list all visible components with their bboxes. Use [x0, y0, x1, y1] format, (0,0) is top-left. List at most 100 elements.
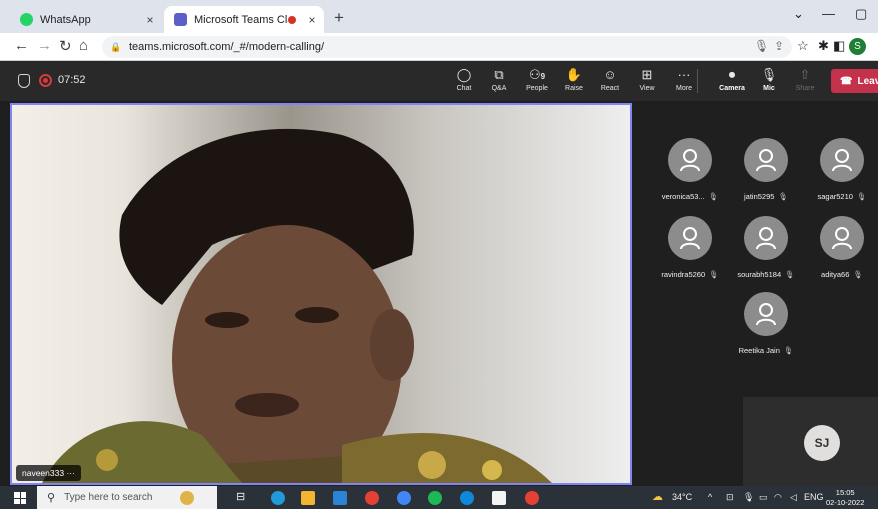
profile-avatar[interactable]: S [849, 38, 866, 55]
participant-name: veronica53... 🎙 [661, 192, 719, 201]
weather-icon[interactable]: ☁ [652, 490, 663, 503]
browser-toolbar: ← → ↻ ⌂ 🔒 teams.microsoft.com/_#/modern-… [0, 33, 878, 61]
react-button[interactable]: ☺ React [592, 67, 628, 92]
self-avatar: SJ [804, 425, 840, 461]
task-view-icon[interactable]: ⊟ [236, 490, 245, 503]
view-icon: ⊞ [641, 67, 653, 82]
person-icon [744, 292, 788, 336]
home-icon[interactable]: ⌂ [79, 37, 88, 54]
view-button[interactable]: ⊞ View [629, 67, 665, 92]
windows-start-icon[interactable] [14, 492, 26, 504]
mic-permission-icon[interactable]: 🎙 [754, 39, 769, 53]
raise-hand-icon: ✋ [565, 67, 583, 82]
tray-chevron-icon[interactable]: ^ [708, 492, 712, 502]
main-video[interactable]: naveen333 ··· [10, 103, 632, 485]
participant-tile[interactable]: Reetika Jain 🎙 [726, 292, 806, 355]
video-name-label[interactable]: naveen333 ··· [16, 465, 81, 481]
person-icon [820, 138, 864, 182]
meeting-stage: naveen333 ··· veronica53... 🎙 jatin5295 🎙 … [0, 101, 878, 486]
extensions-icon[interactable]: ✱ [818, 38, 829, 54]
raise-hand-button[interactable]: ✋ Raise [556, 67, 592, 92]
chevron-down-icon[interactable]: ⌄ [793, 6, 804, 22]
close-tab-icon[interactable]: × [142, 13, 158, 27]
people-button[interactable]: ⚇9 People [519, 67, 555, 92]
self-view[interactable]: SJ [743, 397, 878, 486]
mic-muted-icon: 🎙 [783, 346, 794, 355]
participant-tile[interactable]: ravindra5260 🎙 [650, 216, 730, 279]
search-placeholder: Type here to search [64, 492, 153, 503]
browser-tab-bar: WhatsApp × Microsoft Teams Classic × + ⌄… [0, 0, 878, 33]
search-icon: ⚲ [47, 492, 56, 504]
tab-teams[interactable]: Microsoft Teams Classic × [164, 6, 324, 33]
windows-taskbar: ⚲ Type here to search ⊟ ☁ 34°C ^ ⊡ 🎙 ▭ ◠… [0, 486, 878, 509]
teams-icon [174, 13, 187, 26]
chrome-app-icon[interactable] [525, 491, 539, 505]
file-explorer-icon[interactable] [301, 491, 315, 505]
tab-title: WhatsApp [40, 13, 91, 26]
meeting-control-bar: 07:52 ◯ Chat ⧉ Q&A ⚇9 People ✋ Raise ☺ R… [0, 61, 878, 101]
volume-icon[interactable]: ◁ [790, 492, 797, 503]
tray-app-icon[interactable]: ⊡ [726, 492, 734, 503]
mic-muted-icon: 🎙 [853, 270, 863, 279]
people-icon: ⚇9 [528, 67, 546, 82]
media-player-icon[interactable] [460, 491, 474, 505]
phone-hangup-icon: ☎ [840, 75, 853, 87]
back-icon[interactable]: ← [14, 37, 29, 54]
participant-name: Reetika Jain 🎙 [738, 346, 794, 355]
battery-icon[interactable]: ▭ [759, 492, 768, 503]
lock-icon: 🔒 [110, 41, 122, 52]
chat-button[interactable]: ◯ Chat [446, 67, 482, 92]
tab-whatsapp[interactable]: WhatsApp × [10, 6, 162, 33]
leave-button[interactable]: ☎ Leave [831, 69, 878, 93]
address-bar[interactable]: 🔒 teams.microsoft.com/_#/modern-calling/… [102, 36, 792, 58]
people-count: 9 [540, 72, 546, 81]
screen: WhatsApp × Microsoft Teams Classic × + ⌄… [0, 0, 878, 509]
minimize-button[interactable]: — [822, 6, 835, 21]
new-tab-button[interactable]: + [334, 8, 344, 28]
chrome-icon[interactable] [365, 491, 379, 505]
qa-icon: ⧉ [494, 67, 504, 82]
participant-tile[interactable]: aditya66 🎙 [802, 216, 878, 279]
meeting-timer: 07:52 [58, 74, 86, 86]
participant-name: sagar5210 🎙 [817, 192, 867, 201]
participant-name: sourabh5184 🎙 [737, 270, 795, 279]
reload-icon[interactable]: ↻ [59, 37, 72, 55]
calculator-icon[interactable] [492, 491, 506, 505]
weather-temp[interactable]: 34°C [672, 492, 692, 502]
language-indicator[interactable]: ENG [804, 492, 824, 502]
restore-button[interactable]: ▢ [855, 6, 867, 22]
widget-icon[interactable] [180, 491, 194, 505]
participant-video-frame [42, 128, 552, 483]
smiley-icon: ☺ [603, 67, 617, 82]
close-tab-icon[interactable]: × [304, 13, 320, 27]
forward-icon[interactable]: → [37, 37, 52, 54]
share-page-icon[interactable]: ⇪ [774, 39, 784, 53]
bookmark-star-icon[interactable]: ☆ [797, 38, 809, 54]
participant-tile[interactable]: jatin5295 🎙 [726, 138, 806, 201]
whatsapp-icon [20, 13, 33, 26]
qa-button[interactable]: ⧉ Q&A [481, 67, 517, 92]
tray-mic-icon[interactable]: 🎙 [743, 492, 754, 503]
taskbar-clock[interactable]: 15:05 02-10-2022 [826, 488, 864, 508]
mic-button[interactable]: 🎙︎ Mic [751, 67, 787, 92]
chat-icon: ◯ [456, 67, 472, 82]
participant-tile[interactable]: sagar5210 🎙 [802, 138, 878, 201]
mail-icon[interactable] [333, 491, 347, 505]
share-icon: ⇧ [799, 67, 811, 82]
share-button[interactable]: ⇧ Share [787, 67, 823, 92]
chrome-profile-icon[interactable] [397, 491, 411, 505]
edge-icon[interactable] [271, 491, 285, 505]
camera-off-icon: ⏺︎ [728, 67, 736, 82]
mic-muted-icon: 🎙 [778, 192, 788, 201]
person-icon [668, 216, 712, 260]
camera-button[interactable]: ⏺︎ Camera [714, 67, 750, 92]
participant-name: aditya66 🎙 [821, 270, 863, 279]
person-icon [744, 138, 788, 182]
participant-tile[interactable]: veronica53... 🎙 [650, 138, 730, 201]
mic-muted-icon: 🎙 [708, 192, 719, 201]
spotify-icon[interactable] [428, 491, 442, 505]
tab-title: Microsoft Teams Classic [194, 13, 288, 26]
wifi-icon[interactable]: ◠ [774, 492, 782, 503]
sidepanel-icon[interactable]: ◧ [833, 38, 845, 54]
participant-tile[interactable]: sourabh5184 🎙 [726, 216, 806, 279]
